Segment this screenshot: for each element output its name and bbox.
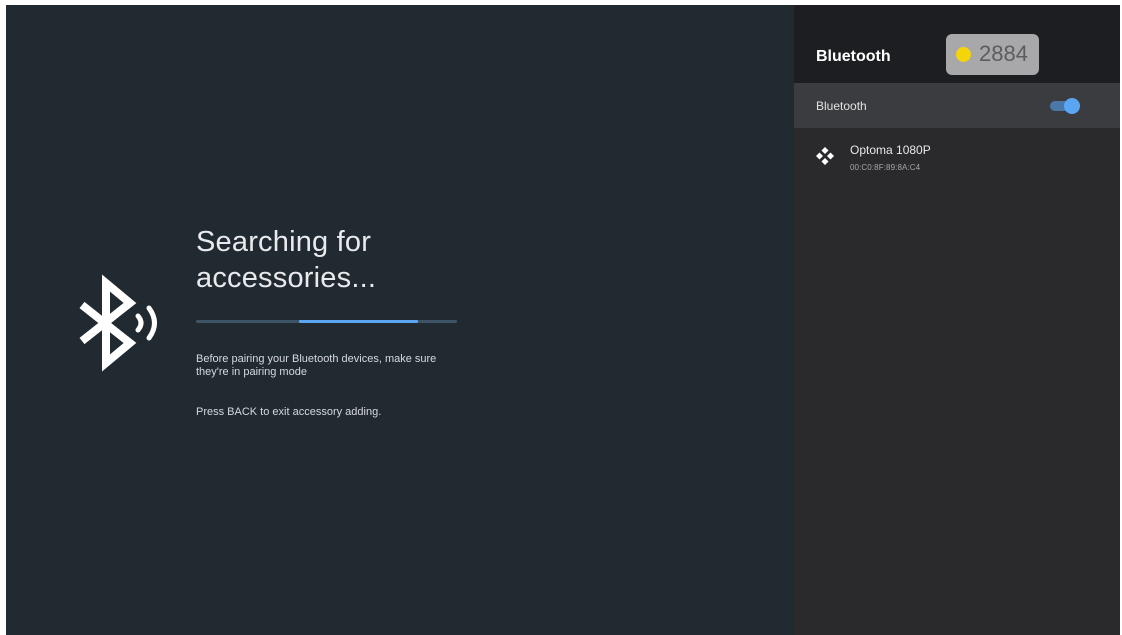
coin-count: 2884 (979, 41, 1028, 66)
pairing-hint: Before pairing your Bluetooth devices, m… (196, 353, 437, 378)
tv-screen: Searching for accessories... Before pair… (6, 5, 1120, 635)
panel-header: Bluetooth 2884 (794, 5, 1120, 83)
panel-title: Bluetooth (816, 48, 891, 65)
coin-badge: 2884 (946, 34, 1039, 75)
back-hint: Press BACK to exit accessory adding. (196, 406, 382, 418)
coin-icon (956, 47, 971, 62)
bluetooth-toggle-row[interactable]: Bluetooth (794, 83, 1120, 128)
device-list-item[interactable]: Optoma 1080P 00:C0:8F:89:8A:C4 (794, 135, 1120, 181)
search-pane: Searching for accessories... Before pair… (6, 5, 794, 635)
bluetooth-side-panel: Bluetooth 2884 Bluetooth Optoma 1080P 00… (794, 5, 1120, 635)
device-name: Optoma 1080P (850, 143, 931, 157)
search-progress-fill (299, 320, 418, 323)
bluetooth-toggle-switch[interactable] (1050, 98, 1080, 114)
search-progress-bar (196, 320, 457, 323)
device-mac-address: 00:C0:8F:89:8A:C4 (850, 163, 921, 172)
toggle-knob (1064, 98, 1080, 114)
searching-title: Searching for accessories... (196, 226, 377, 294)
gamepad-icon (816, 147, 834, 165)
bluetooth-toggle-label: Bluetooth (816, 99, 867, 113)
bluetooth-searching-icon (79, 274, 157, 372)
